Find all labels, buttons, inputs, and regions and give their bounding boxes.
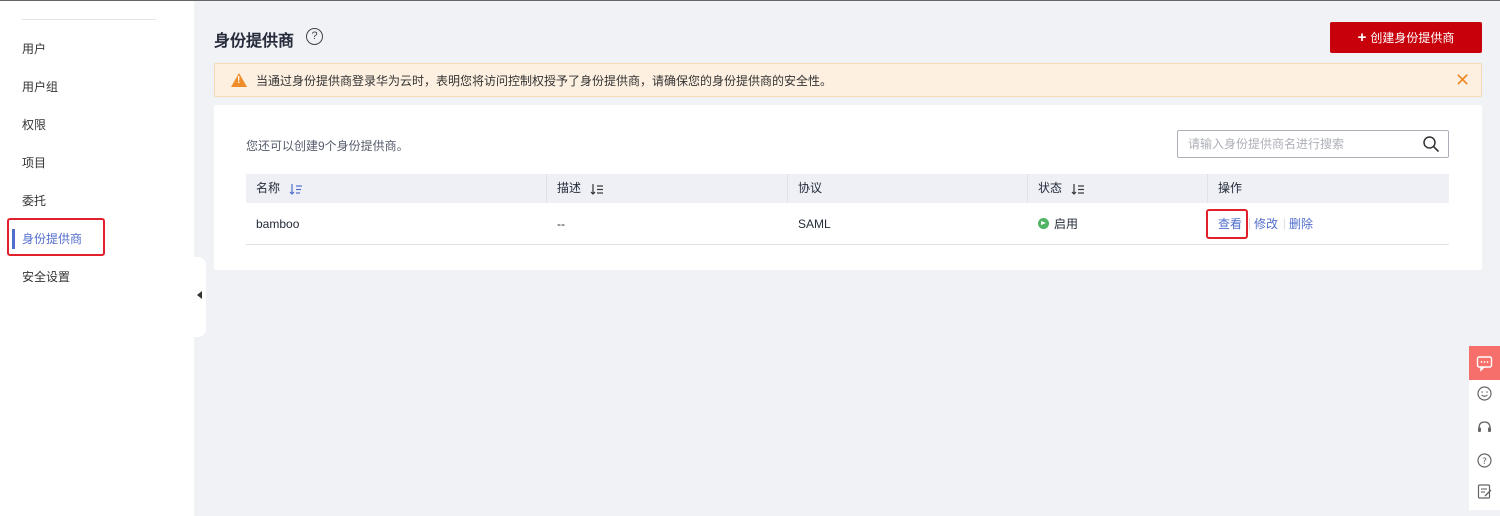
column-header-status: 状态 [1027,174,1085,203]
plus-icon: + [1357,29,1367,46]
sidebar-item-agencies[interactable]: 委托 [22,189,46,213]
column-header-label: 描述 [557,181,582,195]
create-identity-provider-button[interactable]: + 创建身份提供商 [1330,22,1482,53]
cell-description: -- [557,217,565,231]
column-separator [1207,174,1208,203]
search-box [1177,130,1449,158]
search-input[interactable] [1188,135,1418,153]
column-header-label: 操作 [1218,181,1243,195]
status-text: 启用 [1054,217,1079,231]
warning-alert: ! 当通过身份提供商登录华为云时，表明您将访问控制权授予了身份提供商，请确保您的… [214,63,1482,97]
search-icon[interactable] [1422,135,1440,153]
sidebar-item-permissions[interactable]: 权限 [22,113,46,137]
column-header-label: 协议 [798,181,823,195]
table-row: bamboo -- SAML 启用 查看 修改 删除 [246,203,1449,245]
column-separator [787,174,788,203]
cell-name: bamboo [256,217,300,231]
caret-left-icon [197,291,202,299]
create-button-label: 创建身份提供商 [1370,31,1455,45]
column-separator [1027,174,1028,203]
smile-icon[interactable] [1476,385,1493,402]
cell-status: 启用 [1038,203,1078,245]
floating-service-panel: ? [1469,346,1500,510]
cell-protocol: SAML [798,217,831,231]
identity-provider-card: 您还可以创建9个身份提供商。 名称 描述 [214,105,1482,270]
alert-text: 当通过身份提供商登录华为云时，表明您将访问控制权授予了身份提供商，请确保您的身份… [256,74,833,88]
column-header-description: 描述 [546,174,604,203]
edit-link[interactable]: 修改 [1254,203,1278,245]
sidebar-divider [22,19,156,20]
column-header-name: 名称 [256,174,303,203]
quota-text: 您还可以创建9个身份提供商。 [246,139,409,153]
column-header-label: 状态 [1038,181,1063,195]
sort-icon[interactable] [289,183,303,195]
close-icon[interactable]: ✕ [1455,68,1470,92]
sidebar-collapse-toggle[interactable] [194,257,206,337]
chat-icon [1476,356,1493,372]
column-separator [546,174,547,203]
cell-actions: 查看 修改 删除 [1218,203,1448,245]
sort-icon[interactable] [590,183,604,195]
top-border [0,0,1500,1]
sidebar-highlight-box [7,218,105,256]
view-link-highlight-box [1206,209,1248,239]
page-title: 身份提供商 [214,33,295,50]
sidebar: 用户 用户组 权限 项目 委托 身份提供商 安全设置 [0,1,194,516]
action-separator [1284,218,1285,230]
table-header: 名称 描述 协议 状态 操作 [246,174,1449,203]
help-icon[interactable]: ? [1476,452,1493,469]
question-circle-icon[interactable]: ? [306,28,323,45]
status-enabled-icon [1038,218,1049,229]
sidebar-item-security-settings[interactable]: 安全设置 [22,265,70,289]
sidebar-item-projects[interactable]: 项目 [22,151,46,175]
feedback-icon[interactable] [1476,483,1493,500]
chat-button[interactable] [1469,346,1500,380]
column-header-label: 名称 [256,181,281,195]
headset-icon[interactable] [1476,419,1493,436]
sidebar-item-user-groups[interactable]: 用户组 [22,75,58,99]
sort-icon[interactable] [1071,183,1085,195]
column-header-actions: 操作 [1207,174,1243,203]
action-separator [1249,218,1250,230]
sidebar-item-users[interactable]: 用户 [22,37,46,61]
warning-icon-mark: ! [237,75,241,86]
delete-link[interactable]: 删除 [1289,203,1313,245]
svg-text:?: ? [1482,457,1487,467]
column-header-protocol: 协议 [787,174,823,203]
